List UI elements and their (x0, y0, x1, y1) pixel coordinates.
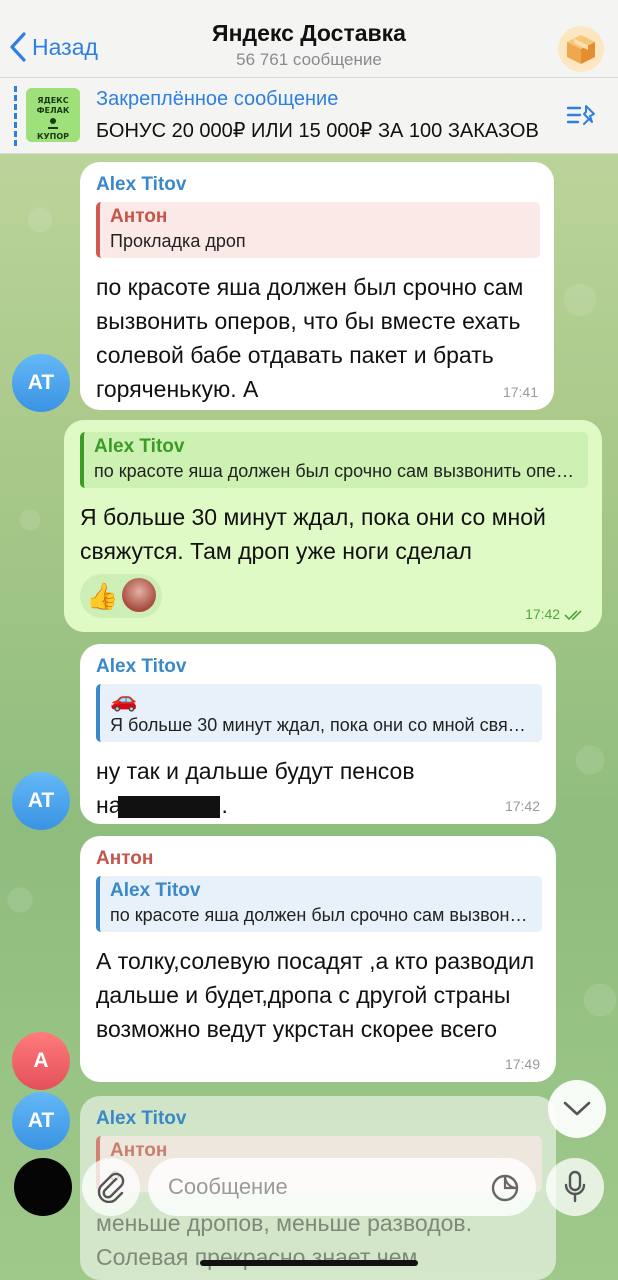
attach-button[interactable] (82, 1158, 140, 1216)
pinned-text: БОНУС 20 000₽ ИЛИ 15 000₽ ЗА 100 ЗАКАЗОВ (96, 120, 539, 142)
message-time: 17:41 (502, 384, 538, 400)
reply-quote[interactable]: 🚗 Я больше 30 минут ждал, пока они со мн… (96, 684, 542, 742)
reply-sender: Alex Titov (94, 436, 185, 457)
chat-title-block[interactable]: Яндекс Доставка 56 761 сообщение (0, 20, 618, 70)
sticker-icon (491, 1174, 519, 1202)
microphone-button[interactable] (546, 1158, 604, 1216)
pinned-indicator (14, 86, 17, 146)
sender-name[interactable]: Alex Titov (96, 174, 540, 196)
message-bubble-outgoing[interactable]: Alex Titov по красоте яша должен был сро… (64, 420, 602, 632)
yandex-courier-logo-icon: ЯДЕКС ФЕЛАК КУПОР (26, 88, 80, 142)
reactor-avatar (122, 578, 157, 612)
thumbs-up-icon: 👍 (86, 581, 119, 611)
pin-list-icon (566, 105, 595, 125)
reply-quote[interactable]: Антон Прокладка дроп (96, 202, 540, 258)
message-bubble[interactable]: Alex Titov Антон Прокладка дроп по красо… (80, 162, 554, 410)
svg-text:ФЕЛАК: ФЕЛАК (37, 106, 70, 115)
sticker-button[interactable] (490, 1173, 520, 1208)
svg-text:ЯДЕКС: ЯДЕКС (37, 96, 68, 105)
reply-text: по красоте яша должен был срочно сам выз… (94, 461, 578, 481)
reply-sender: Alex Titov (110, 880, 201, 901)
chat-header: Назад Яндекс Доставка 56 761 сообщение (0, 0, 618, 78)
avatar[interactable]: AT (12, 1092, 70, 1150)
message-bubble[interactable]: Alex Titov 🚗 Я больше 30 минут ждал, пок… (80, 644, 556, 824)
paperclip-icon (97, 1172, 125, 1203)
avatar[interactable]: AT (12, 354, 70, 412)
reply-text: по красоте яша должен был срочно сам выз… (110, 905, 532, 925)
avatar[interactable]: AT (12, 772, 70, 830)
message-bubble[interactable]: Антон Alex Titov по красоте яша должен б… (80, 836, 556, 1082)
pinned-message-bar[interactable]: ЯДЕКС ФЕЛАК КУПОР Закреплённое сообщение… (0, 78, 618, 154)
message-time-text: 17:42 (525, 606, 561, 622)
message-count: 56 761 сообщение (236, 50, 382, 69)
pinned-list-button[interactable] (566, 102, 598, 135)
redaction-block (117, 795, 220, 818)
message-text-line: ну так и дальше будут пенсов (96, 758, 415, 784)
reply-quote[interactable]: Alex Titov по красоте яша должен был сро… (80, 432, 588, 488)
sender-name[interactable]: Alex Titov (96, 1108, 542, 1130)
message-time: 17:42 (525, 606, 586, 622)
chevron-down-icon (563, 1101, 591, 1116)
message-text: Я больше 30 минут ждал, пока они со мной… (80, 504, 546, 564)
chat-avatar[interactable] (558, 26, 604, 72)
scroll-down-button[interactable] (548, 1080, 606, 1138)
package-icon (558, 26, 604, 72)
reactions[interactable]: 👍 (80, 574, 163, 618)
sender-name[interactable]: Антон (96, 848, 542, 870)
message-time: 17:49 (504, 1056, 540, 1072)
sender-name[interactable]: Alex Titov (96, 656, 542, 678)
avatar[interactable]: A (12, 1032, 70, 1090)
reply-text: Прокладка дроп (110, 231, 246, 251)
message-time: 17:42 (504, 798, 540, 814)
message-text-suffix: . (221, 792, 228, 818)
message-input-bar (0, 1150, 618, 1226)
pinned-thumbnail: ЯДЕКС ФЕЛАК КУПОР (26, 88, 80, 142)
reply-text: Я больше 30 минут ждал, пока они со мной… (110, 715, 532, 735)
home-indicator[interactable] (200, 1260, 418, 1266)
car-icon: 🚗 (110, 687, 138, 712)
reply-sender: Антон (110, 206, 168, 227)
reply-quote[interactable]: Alex Titov по красоте яша должен был сро… (96, 876, 542, 932)
svg-text:КУПОР: КУПОР (37, 132, 69, 141)
message-text: А толку,солевую посадят ,а кто разводил … (96, 948, 535, 1042)
pinned-title: Закреплённое сообщение (96, 88, 339, 110)
chat-title: Яндекс Доставка (212, 20, 406, 46)
double-check-icon (564, 610, 582, 621)
message-text: ну так и дальше будут пенсов на. (96, 754, 542, 822)
microphone-icon (564, 1170, 586, 1203)
message-text: по красоте яша должен был срочно сам выз… (96, 274, 524, 402)
message-input[interactable] (148, 1158, 536, 1216)
